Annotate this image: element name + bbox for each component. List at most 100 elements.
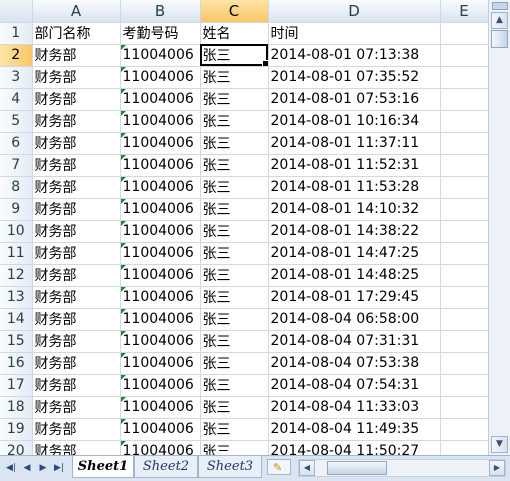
cell-attendance-id[interactable]: 11004006	[120, 440, 201, 455]
cell-attendance-id[interactable]: 11004006	[120, 352, 201, 375]
cell-time[interactable]: 时间	[268, 22, 441, 45]
cell-name[interactable]: 张三	[200, 132, 269, 155]
cell-name[interactable]: 张三	[200, 176, 269, 199]
horizontal-scroll-thumb[interactable]	[327, 461, 387, 475]
cell-attendance-id[interactable]: 11004006	[120, 374, 201, 397]
tab-sheet1[interactable]: Sheet1	[72, 456, 134, 478]
cell-empty[interactable]	[440, 44, 488, 67]
row-header[interactable]: 12	[0, 264, 33, 287]
cell-attendance-id[interactable]: 11004006	[120, 308, 201, 331]
cell-time[interactable]: 2014-08-01 07:53:16	[268, 88, 441, 111]
cell-department[interactable]: 财务部	[32, 440, 121, 455]
row-header[interactable]: 8	[0, 176, 33, 199]
cell-time[interactable]: 2014-08-01 07:13:38	[268, 44, 441, 67]
cell-time[interactable]: 2014-08-01 14:47:25	[268, 242, 441, 265]
tab-sheet3[interactable]: Sheet3	[198, 456, 262, 478]
row-header[interactable]: 4	[0, 88, 33, 111]
cell-department[interactable]: 财务部	[32, 242, 121, 265]
cell-department[interactable]: 财务部	[32, 374, 121, 397]
cell-name[interactable]: 张三	[200, 220, 269, 243]
cell-time[interactable]: 2014-08-04 07:54:31	[268, 374, 441, 397]
last-sheet-icon[interactable]: ▶|	[52, 461, 66, 475]
row-header[interactable]: 18	[0, 396, 33, 419]
cell-empty[interactable]	[440, 440, 488, 455]
cell-empty[interactable]	[440, 352, 488, 375]
cell-attendance-id[interactable]: 11004006	[120, 154, 201, 177]
cell-name[interactable]: 张三	[200, 154, 269, 177]
first-sheet-icon[interactable]: ◀|	[4, 461, 18, 475]
cell-attendance-id[interactable]: 11004006	[120, 88, 201, 111]
cell-attendance-id[interactable]: 11004006	[120, 286, 201, 309]
cell-time[interactable]: 2014-08-01 17:29:45	[268, 286, 441, 309]
row-header[interactable]: 15	[0, 330, 33, 353]
row-header[interactable]: 1	[0, 22, 33, 45]
scroll-down-icon[interactable]: ▼	[491, 436, 508, 453]
scroll-right-icon[interactable]: ▶	[489, 460, 505, 476]
cell-name[interactable]: 张三	[200, 308, 269, 331]
split-handle[interactable]	[492, 2, 508, 10]
cell-attendance-id[interactable]: 11004006	[120, 66, 201, 89]
vertical-scroll-thumb[interactable]	[491, 30, 508, 48]
row-header[interactable]: 14	[0, 308, 33, 331]
horizontal-scrollbar[interactable]: ◀ ▶	[298, 459, 506, 477]
cell-name[interactable]: 张三	[200, 396, 269, 419]
cell-department[interactable]: 财务部	[32, 220, 121, 243]
cell-empty[interactable]	[440, 286, 488, 309]
cell-name[interactable]: 张三	[200, 110, 269, 133]
cell-name[interactable]: 张三	[200, 66, 269, 89]
cell-name[interactable]: 姓名	[200, 22, 269, 45]
cell-department[interactable]: 财务部	[32, 132, 121, 155]
cell-department[interactable]: 财务部	[32, 396, 121, 419]
cell-empty[interactable]	[440, 396, 488, 419]
scroll-up-icon[interactable]: ▲	[491, 12, 508, 29]
vertical-scrollbar[interactable]: ▲ ▼	[488, 0, 510, 455]
cell-department[interactable]: 财务部	[32, 264, 121, 287]
cell-name[interactable]: 张三	[200, 242, 269, 265]
cell-empty[interactable]	[440, 374, 488, 397]
insert-sheet-button[interactable]: ✎	[267, 459, 291, 475]
cell-attendance-id[interactable]: 11004006	[120, 242, 201, 265]
cell-department[interactable]: 财务部	[32, 418, 121, 441]
cell-time[interactable]: 2014-08-04 11:49:35	[268, 418, 441, 441]
cell-attendance-id[interactable]: 11004006	[120, 220, 201, 243]
cell-attendance-id[interactable]: 11004006	[120, 330, 201, 353]
cell-department[interactable]: 财务部	[32, 198, 121, 221]
cell-time[interactable]: 2014-08-04 11:33:03	[268, 396, 441, 419]
cell-time[interactable]: 2014-08-01 14:10:32	[268, 198, 441, 221]
cell-time[interactable]: 2014-08-01 11:53:28	[268, 176, 441, 199]
column-header-d[interactable]: D	[268, 0, 441, 23]
column-header-e[interactable]: E	[440, 0, 488, 23]
cell-name[interactable]: 张三	[200, 198, 269, 221]
cell-empty[interactable]	[440, 264, 488, 287]
cell-name[interactable]: 张三	[200, 440, 269, 455]
row-header[interactable]: 16	[0, 352, 33, 375]
cell-department[interactable]: 财务部	[32, 308, 121, 331]
cell-department[interactable]: 财务部	[32, 110, 121, 133]
cell-attendance-id[interactable]: 11004006	[120, 264, 201, 287]
cell-time[interactable]: 2014-08-04 06:58:00	[268, 308, 441, 331]
column-header-b[interactable]: B	[120, 0, 201, 23]
cell-attendance-id[interactable]: 11004006	[120, 132, 201, 155]
cell-empty[interactable]	[440, 242, 488, 265]
cell-name[interactable]: 张三	[200, 330, 269, 353]
select-all-corner[interactable]	[0, 0, 33, 23]
row-header[interactable]: 10	[0, 220, 33, 243]
cell-attendance-id[interactable]: 11004006	[120, 110, 201, 133]
column-header-a[interactable]: A	[32, 0, 121, 23]
cell-name[interactable]: 张三	[200, 286, 269, 309]
row-header[interactable]: 19	[0, 418, 33, 441]
cell-attendance-id[interactable]: 11004006	[120, 176, 201, 199]
cell-department[interactable]: 财务部	[32, 352, 121, 375]
cell-time[interactable]: 2014-08-04 07:53:38	[268, 352, 441, 375]
cell-time[interactable]: 2014-08-04 07:31:31	[268, 330, 441, 353]
cell-department[interactable]: 财务部	[32, 286, 121, 309]
cell-empty[interactable]	[440, 330, 488, 353]
cell-time[interactable]: 2014-08-01 14:38:22	[268, 220, 441, 243]
cell-name[interactable]: 张三	[200, 264, 269, 287]
cell-department[interactable]: 部门名称	[32, 22, 121, 45]
cell-name[interactable]: 张三	[200, 88, 269, 111]
cell-department[interactable]: 财务部	[32, 44, 121, 67]
scroll-left-icon[interactable]: ◀	[299, 460, 315, 476]
cell-department[interactable]: 财务部	[32, 330, 121, 353]
cell-name[interactable]: 张三	[200, 418, 269, 441]
